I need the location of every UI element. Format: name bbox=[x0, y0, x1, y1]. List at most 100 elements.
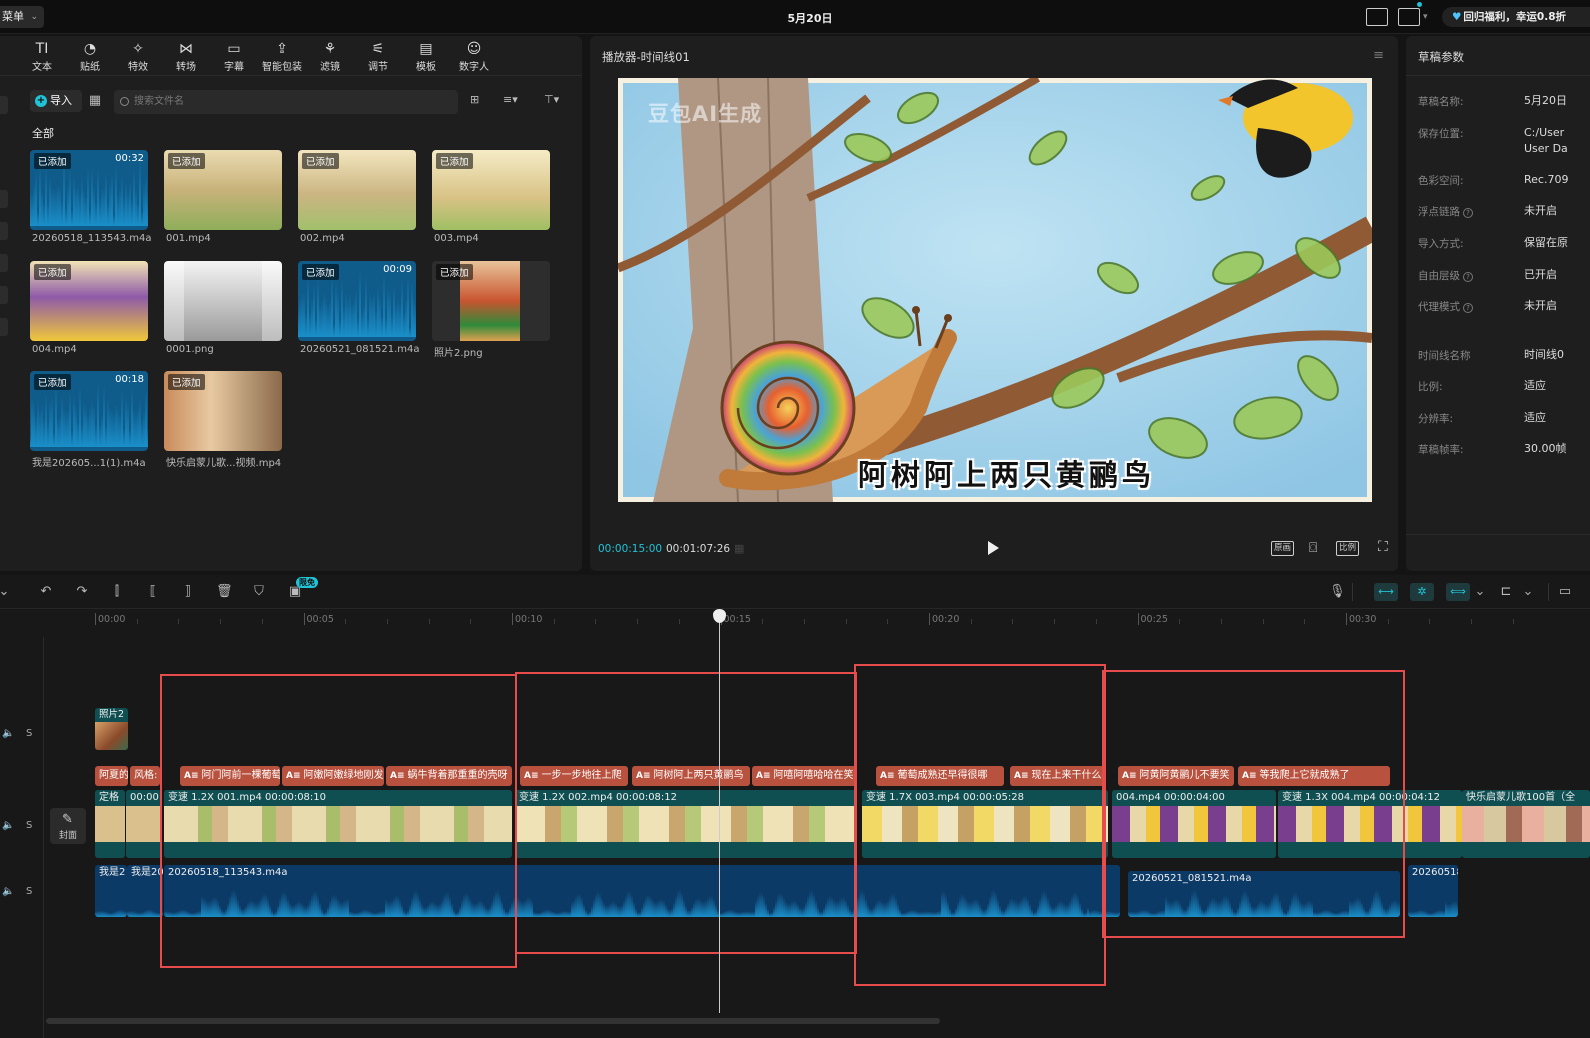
side-nav-item[interactable] bbox=[0, 286, 8, 304]
time-ruler[interactable]: 00:00 00:05 00:10 00:15 00:20 00:25 00:30 bbox=[95, 609, 1590, 637]
undo-icon[interactable]: ↶ bbox=[38, 584, 54, 600]
pencil-icon: ✎ bbox=[62, 812, 73, 827]
magnet-icon[interactable]: ⟷ bbox=[1374, 583, 1398, 601]
media-item[interactable]: 已添加 00:32 bbox=[30, 150, 148, 230]
media-item[interactable]: 已添加 00:18 bbox=[30, 371, 148, 451]
tab-all[interactable]: 全部 bbox=[32, 125, 54, 141]
tool-transition[interactable]: ⋈ 转场 bbox=[164, 40, 208, 74]
video-clip[interactable]: 快乐启蒙儿歌100首（全 bbox=[1462, 790, 1590, 858]
playhead[interactable] bbox=[719, 613, 720, 1013]
media-item[interactable]: 已添加 bbox=[30, 261, 148, 341]
highlight-box bbox=[854, 664, 1106, 986]
search-input[interactable]: 搜索文件名 bbox=[114, 90, 458, 114]
ratio-button[interactable]: 比例 bbox=[1336, 541, 1360, 556]
param-label: 代理模式? bbox=[1418, 299, 1473, 314]
tool-adjust[interactable]: ⚟ 调节 bbox=[356, 40, 400, 74]
tool-template[interactable]: ▤ 模板 bbox=[404, 40, 448, 74]
ruler-minor-tick bbox=[762, 619, 764, 624]
side-nav-item[interactable] bbox=[0, 254, 8, 272]
photo-clip[interactable]: 照片2 bbox=[95, 708, 128, 750]
ruler-minor-tick bbox=[1471, 619, 1473, 624]
solo-label[interactable]: S bbox=[26, 728, 32, 739]
microphone-icon[interactable]: 🎙 bbox=[1329, 584, 1346, 600]
tool-effects[interactable]: ✧ 特效 bbox=[116, 40, 160, 74]
param-label-text: 草稿名称: bbox=[1418, 96, 1464, 108]
play-icon[interactable] bbox=[988, 541, 999, 555]
audio-clip[interactable]: 20260518 bbox=[1408, 865, 1458, 917]
media-item[interactable] bbox=[164, 261, 282, 341]
ruler-label: 00:00 bbox=[98, 614, 126, 625]
comment-icon[interactable]: ▭ bbox=[1557, 584, 1573, 600]
tool-sticker[interactable]: ◔ 贴纸 bbox=[68, 40, 112, 74]
param-label-text: 导入方式: bbox=[1418, 238, 1464, 250]
ruler-label: 00:25 bbox=[1140, 614, 1168, 625]
param-label: 时间线名称 bbox=[1418, 348, 1471, 363]
subtitle-clip[interactable]: 阿夏的 bbox=[95, 766, 128, 786]
tool-smart-pack[interactable]: ⇪ 智能包装 bbox=[260, 40, 304, 74]
chevron-down-icon[interactable]: ⌄ bbox=[1472, 584, 1488, 600]
screenshot-icon[interactable]: ⌼ bbox=[1309, 540, 1317, 556]
original-quality-button[interactable]: 原画 bbox=[1271, 541, 1295, 556]
tool-digital-human[interactable]: ☺ 数字人 bbox=[452, 40, 496, 74]
media-item[interactable]: 已添加 00:09 bbox=[298, 261, 416, 341]
audio-clip[interactable]: 我是20 bbox=[127, 865, 163, 917]
sort-icon[interactable]: ≡▾ bbox=[503, 93, 518, 106]
tool-filter[interactable]: ⚘ 滤镜 bbox=[308, 40, 352, 74]
video-clip[interactable]: 定格 bbox=[95, 790, 125, 858]
view-mode-icon[interactable]: ⊞ bbox=[470, 93, 479, 106]
help-icon[interactable]: ? bbox=[1463, 272, 1473, 282]
media-item[interactable]: 已添加 bbox=[432, 261, 550, 341]
video-clip[interactable]: 00:00:0 bbox=[126, 790, 162, 858]
split-right-icon[interactable]: ⟧ bbox=[180, 584, 196, 600]
speaker-icon[interactable]: 🔈 bbox=[2, 886, 14, 897]
grid-icon[interactable]: ▦ bbox=[734, 542, 744, 555]
delete-icon[interactable]: 🗑 bbox=[216, 584, 233, 600]
side-nav-item[interactable] bbox=[0, 318, 8, 336]
link-icon[interactable]: ✲ bbox=[1410, 583, 1434, 601]
media-item[interactable]: 已添加 bbox=[164, 371, 282, 451]
zoom-icon[interactable]: ⊏ bbox=[1498, 584, 1514, 600]
param-value: 5月20日 bbox=[1524, 94, 1567, 107]
subtitle-clip[interactable]: 风格: bbox=[130, 766, 160, 786]
promo-banner[interactable]: ♥ 回归福利，幸运0.8折 bbox=[1442, 7, 1590, 27]
speaker-icon[interactable]: 🔈 bbox=[2, 820, 14, 831]
solo-label[interactable]: S bbox=[26, 886, 32, 897]
filter-icon[interactable]: ⊤▾ bbox=[544, 93, 559, 106]
help-icon[interactable]: ? bbox=[1463, 303, 1473, 313]
shortcut-icon[interactable] bbox=[1366, 8, 1388, 26]
media-item-name: 004.mp4 bbox=[32, 344, 77, 355]
layout-icon[interactable] bbox=[1398, 8, 1420, 26]
import-button[interactable]: + 导入 bbox=[30, 90, 82, 112]
redo-icon[interactable]: ↷ bbox=[74, 584, 90, 600]
side-nav-item[interactable] bbox=[0, 96, 8, 114]
tool-label: 转场 bbox=[176, 62, 196, 73]
side-nav-item[interactable] bbox=[0, 222, 8, 240]
menu-icon[interactable]: ≡ bbox=[1373, 48, 1384, 63]
menu-button[interactable]: 菜单 ⌄ bbox=[0, 6, 44, 28]
ruler-tick bbox=[1137, 613, 1139, 625]
media-item[interactable]: 已添加 bbox=[164, 150, 282, 230]
split-icon[interactable]: ⫿ bbox=[109, 584, 125, 600]
chevron-down-icon[interactable]: ▾ bbox=[1423, 12, 1428, 22]
preview-axis-icon[interactable]: ⟺ bbox=[1446, 583, 1470, 601]
speaker-icon[interactable]: 🔈 bbox=[2, 728, 14, 739]
split-left-icon[interactable]: ⟦ bbox=[145, 584, 161, 600]
added-badge: 已添加 bbox=[34, 153, 71, 169]
tool-text[interactable]: TI 文本 bbox=[20, 40, 64, 74]
media-item[interactable]: 已添加 bbox=[432, 150, 550, 230]
chevron-down-icon[interactable]: ⌄ bbox=[1520, 584, 1536, 600]
media-item[interactable]: 已添加 bbox=[298, 150, 416, 230]
shield-icon[interactable]: ⛉ bbox=[251, 584, 267, 600]
fullscreen-icon[interactable]: ⛶ bbox=[1378, 539, 1388, 555]
side-nav-item[interactable] bbox=[0, 190, 8, 208]
video-preview[interactable]: 豆包AI生成 阿树阿上两只黄鹂鸟 bbox=[618, 78, 1372, 502]
param-value: 已开启 bbox=[1524, 268, 1557, 281]
horizontal-scrollbar[interactable] bbox=[46, 1018, 940, 1024]
solo-label[interactable]: S bbox=[26, 820, 32, 831]
tool-caption[interactable]: ▭ 字幕 bbox=[212, 40, 256, 74]
audio-clip[interactable]: 我是2 bbox=[95, 865, 127, 917]
help-icon[interactable]: ? bbox=[1463, 208, 1473, 218]
grid-view-icon[interactable]: ▦ bbox=[86, 92, 104, 110]
cover-button[interactable]: ✎ 封面 bbox=[50, 808, 86, 844]
chevron-down-icon[interactable]: ⌄ bbox=[0, 584, 12, 600]
